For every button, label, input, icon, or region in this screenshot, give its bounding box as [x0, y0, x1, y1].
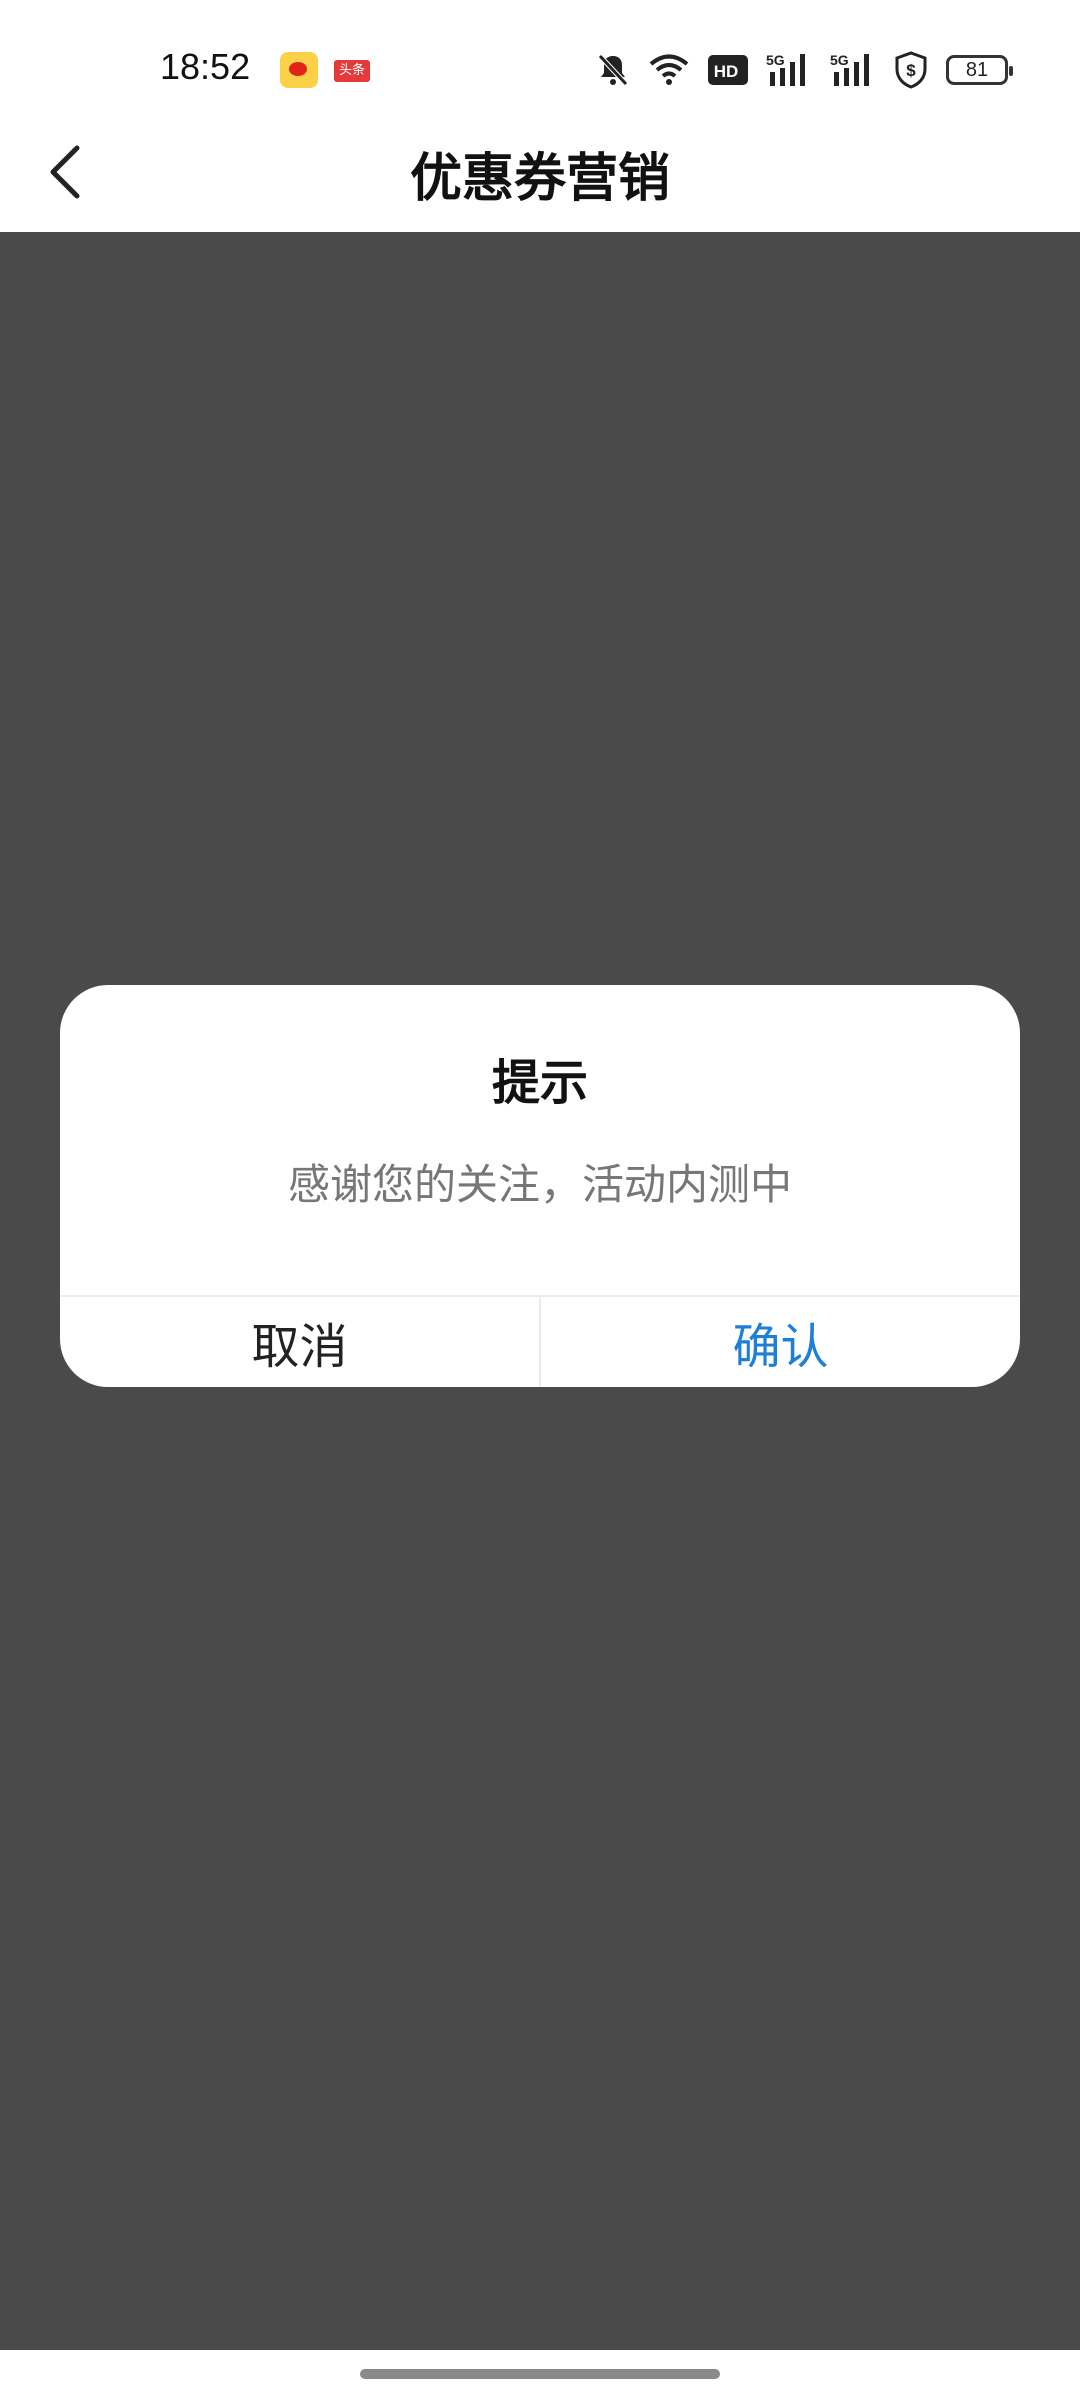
confirm-button[interactable]: 确认 [541, 1297, 1020, 1387]
dialog-actions: 取消 确认 [60, 1295, 1020, 1387]
dialog-message: 感谢您的关注，活动内测中 [287, 1160, 792, 1209]
dialog-title: 提示 [491, 1055, 588, 1111]
status-time: 18:52 [160, 46, 251, 87]
gesture-bar [0, 2350, 1080, 2400]
battery-icon: 81 [946, 55, 1013, 85]
bell-off-icon [596, 52, 630, 88]
toutiao-icon: 头条 [334, 60, 370, 82]
weibo-icon [280, 52, 318, 88]
home-indicator[interactable] [360, 2369, 720, 2379]
svg-text:$: $ [906, 61, 916, 80]
wifi-icon [648, 53, 690, 87]
system-status-icons: HD 5G 5G $ 81 [596, 48, 1013, 92]
alert-dialog: 提示 感谢您的关注，活动内测中 取消 确认 [60, 985, 1020, 1387]
page-title: 优惠券营销 [409, 149, 670, 209]
signal-5g-icon: 5G [766, 52, 812, 88]
svg-text:5G: 5G [830, 52, 849, 68]
svg-text:HD: HD [714, 62, 739, 81]
svg-text:5G: 5G [766, 52, 785, 68]
hd-icon: HD [708, 55, 748, 85]
signal-5g-icon: 5G [830, 52, 876, 88]
cancel-button[interactable]: 取消 [60, 1297, 541, 1387]
app-header: 优惠券营销 [0, 112, 1080, 232]
security-shield-icon: $ [894, 51, 928, 89]
